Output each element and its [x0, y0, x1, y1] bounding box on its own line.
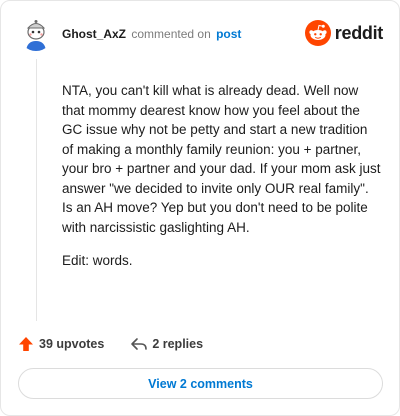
post-link[interactable]: post: [216, 27, 241, 41]
comment-body: NTA, you can't kill what is already dead…: [62, 81, 382, 285]
comment-paragraph: NTA, you can't kill what is already dead…: [62, 83, 381, 235]
comment-paragraph: Edit: words.: [62, 253, 133, 268]
reply-count[interactable]: 2 replies: [152, 337, 203, 351]
thread-line[interactable]: [36, 59, 37, 321]
upvote-icon[interactable]: [18, 336, 34, 352]
view-comments-button[interactable]: View 2 comments: [18, 368, 383, 399]
reddit-wordmark: reddit: [334, 22, 384, 43]
upvote-count: 39 upvotes: [39, 337, 105, 351]
comment-card: Ghost_AxZ commented on post reddit NTA, …: [0, 0, 400, 416]
reddit-logo-icon: [304, 20, 331, 46]
username-link[interactable]: Ghost_AxZ: [62, 27, 126, 41]
comment-header: Ghost_AxZ commented on post reddit: [17, 15, 383, 55]
reply-icon[interactable]: [130, 336, 148, 352]
reddit-brand[interactable]: reddit: [304, 20, 384, 46]
comment-actions: 39 upvotes 2 replies: [18, 334, 203, 354]
commented-on-label: commented on: [131, 27, 211, 41]
comment-meta: Ghost_AxZ commented on post: [62, 27, 241, 41]
user-avatar[interactable]: [19, 17, 53, 51]
